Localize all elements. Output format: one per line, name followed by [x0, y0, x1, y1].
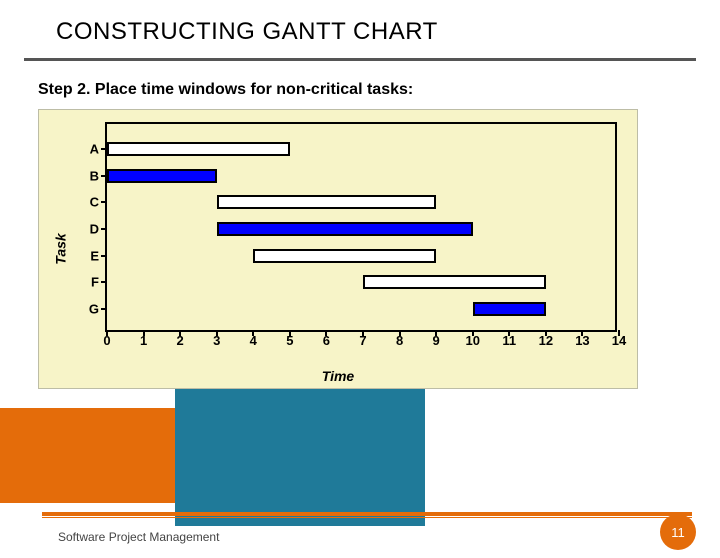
y-tick	[101, 201, 107, 203]
deco-orange	[0, 408, 210, 503]
y-tick	[101, 228, 107, 230]
gantt-bar-filled	[473, 302, 546, 316]
y-axis-label: Task	[53, 233, 69, 264]
x-tick-label: 9	[433, 333, 440, 348]
x-tick-label: 6	[323, 333, 330, 348]
footer-text: Software Project Management	[58, 530, 219, 544]
x-tick-label: 11	[502, 333, 516, 348]
step-text: Step 2. Place time windows for non-criti…	[38, 81, 720, 99]
gantt-bar-open	[363, 275, 546, 289]
y-tick-label: G	[79, 301, 99, 316]
footer-rule	[42, 512, 692, 518]
gantt-bar-open	[217, 195, 436, 209]
x-axis-label: Time	[39, 368, 637, 384]
gantt-chart: Task Time ABCDEFG01234567891011121314	[38, 109, 638, 389]
y-tick-label: C	[79, 195, 99, 210]
x-tick-label: 3	[213, 333, 220, 348]
y-tick-label: F	[79, 275, 99, 290]
x-tick-label: 1	[140, 333, 147, 348]
y-tick	[101, 255, 107, 257]
x-tick-label: 13	[575, 333, 589, 348]
x-tick-label: 2	[177, 333, 184, 348]
page-number-badge: 11	[660, 514, 696, 550]
page-title: CONSTRUCTING GANTT CHART	[56, 18, 720, 46]
gantt-bar-filled	[217, 222, 473, 236]
y-tick-label: E	[79, 248, 99, 263]
x-tick-label: 4	[250, 333, 257, 348]
x-tick-label: 0	[103, 333, 110, 348]
y-tick	[101, 281, 107, 283]
plot-area: ABCDEFG01234567891011121314	[105, 122, 617, 332]
x-tick-label: 5	[286, 333, 293, 348]
y-tick-label: A	[79, 142, 99, 157]
y-tick	[101, 308, 107, 310]
deco-teal	[175, 386, 425, 526]
x-tick-label: 10	[465, 333, 479, 348]
gantt-bar-open	[107, 142, 290, 156]
gantt-bar-filled	[107, 169, 217, 183]
x-tick-label: 7	[359, 333, 366, 348]
x-tick-label: 14	[612, 333, 626, 348]
y-tick-label: D	[79, 222, 99, 237]
y-tick-label: B	[79, 168, 99, 183]
x-tick-label: 8	[396, 333, 403, 348]
gantt-bar-open	[253, 249, 436, 263]
x-tick-label: 12	[539, 333, 553, 348]
rule	[24, 58, 696, 61]
